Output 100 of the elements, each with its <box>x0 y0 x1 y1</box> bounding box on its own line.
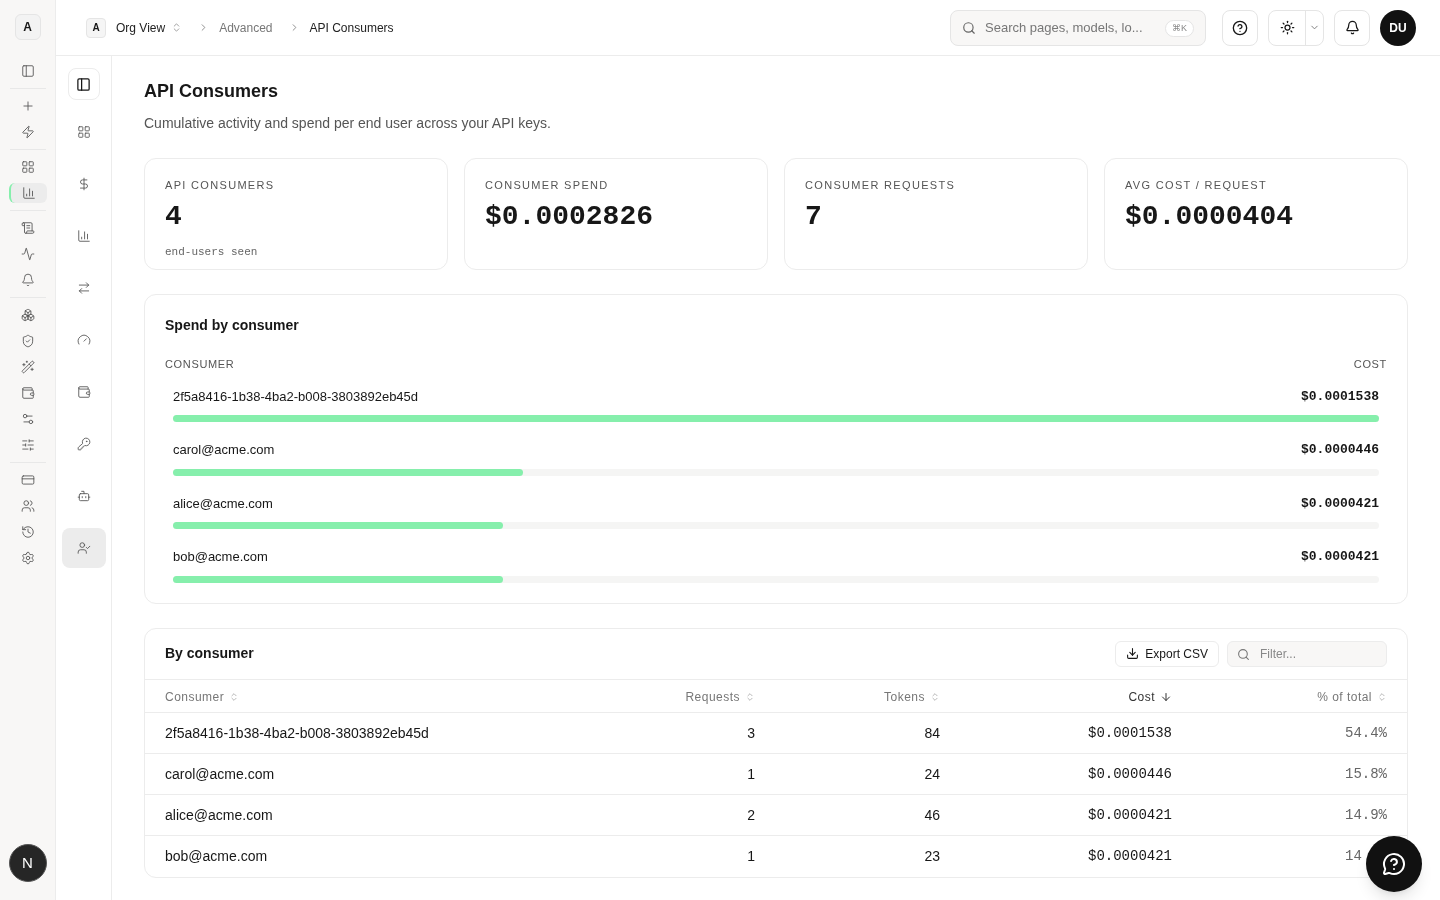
table-cell: bob@acme.com <box>165 847 268 864</box>
chat-help-icon <box>1382 852 1406 876</box>
user-avatar[interactable]: DU <box>1380 9 1416 46</box>
help-icon <box>1232 19 1248 36</box>
stat-label: CONSUMER REQUESTS <box>805 178 957 193</box>
stat-label: API CONSUMERS <box>165 178 276 193</box>
chat-help-button[interactable] <box>1366 836 1422 892</box>
history-icon <box>20 525 35 539</box>
table-cell: 46 <box>924 806 940 823</box>
filter-field[interactable]: Filter... <box>1227 640 1387 667</box>
toggles-icon <box>20 412 35 426</box>
consumer-name: 2f5a8416-1b38-4ba2-b008-3803892eb45d <box>173 387 419 406</box>
panel-icon <box>76 76 91 92</box>
key-icon <box>76 437 91 451</box>
table-cell: 2f5a8416-1b38-4ba2-b008-3803892eb45d <box>165 724 429 741</box>
wallet-icon <box>20 386 35 400</box>
table-cell: $0.0000421 <box>1088 807 1172 823</box>
stat-value: $0.0002826 <box>485 199 655 234</box>
grid-icon <box>76 125 91 139</box>
bell-icon <box>20 273 35 287</box>
search-icon <box>1237 647 1250 661</box>
stat-label: AVG COST / REQUEST <box>1125 178 1268 193</box>
column-header[interactable]: Tokens <box>884 687 940 706</box>
sort-icon <box>1377 691 1387 702</box>
column-header[interactable]: Cost <box>1128 687 1172 706</box>
table-cell: 23 <box>924 847 940 864</box>
sort-icon <box>229 691 240 702</box>
lightning-icon <box>20 125 35 139</box>
search-icon <box>962 20 976 35</box>
table-cell-text: 14.9% <box>1345 806 1387 825</box>
table-cell: 84 <box>924 724 940 741</box>
bar-chart-icon <box>21 186 36 200</box>
card-icon <box>20 473 35 487</box>
user-avatar[interactable]: N <box>8 844 47 882</box>
wand-icon <box>20 360 35 374</box>
column-header[interactable]: % of total <box>1317 687 1387 706</box>
gauge-icon <box>76 333 91 347</box>
robot-icon <box>76 489 91 503</box>
consumer-name: carol@acme.com <box>173 441 275 459</box>
sort-arrow-icon <box>1160 690 1172 703</box>
bell-icon <box>1344 20 1360 35</box>
stat-value: 7 <box>805 199 823 234</box>
collapse-button[interactable] <box>67 68 100 100</box>
help-button[interactable] <box>1222 9 1258 46</box>
org-badge: A <box>86 17 106 38</box>
panel-icon <box>20 64 35 78</box>
table-cell: $0.0000446 <box>1088 766 1172 782</box>
rail-item[interactable] <box>8 183 47 203</box>
table-cell: 2 <box>747 806 755 823</box>
table-cell-text: 54.4% <box>1345 724 1387 743</box>
consumer-cost: $0.0001538 <box>1301 387 1379 406</box>
stat-value: 4 <box>165 199 183 234</box>
sort-icon <box>745 691 755 702</box>
sun-icon <box>1279 20 1295 35</box>
table-cell: 1 <box>747 765 755 782</box>
page-subtitle: Cumulative activity and spend per end user across your API keys. <box>144 114 552 133</box>
sliders-icon <box>20 438 35 452</box>
stat-note: end-users seen <box>165 244 259 260</box>
export-button[interactable]: Export CSV <box>1115 640 1219 667</box>
swap-icon <box>76 281 91 295</box>
stat-value: $0.0000404 <box>1125 199 1295 234</box>
scroll-icon <box>20 221 35 235</box>
boxes-icon <box>20 308 35 322</box>
pulse-icon <box>20 247 35 261</box>
consumer-cost: $0.0000446 <box>1301 441 1379 459</box>
users-icon <box>20 499 35 513</box>
consumer-cost: $0.0000421 <box>1301 548 1379 566</box>
table-cell: alice@acme.com <box>165 806 273 823</box>
plus-icon <box>20 99 35 113</box>
download-icon <box>1126 647 1140 660</box>
org-switcher[interactable]: Org View <box>116 18 183 37</box>
consumer-cost: $0.0000421 <box>1301 494 1379 513</box>
page-title: API Consumers <box>144 80 280 103</box>
workspace-badge[interactable]: A <box>14 14 41 40</box>
notifications-button[interactable] <box>1334 9 1370 46</box>
user-check-icon <box>76 541 91 555</box>
settings-icon <box>20 551 35 565</box>
grid-icon <box>20 160 35 174</box>
column-label: CONSUMER <box>165 357 235 372</box>
table-cell: 3 <box>747 724 755 741</box>
nav-item[interactable] <box>61 528 106 568</box>
table-cell-text: 15.8% <box>1345 765 1387 784</box>
table-cell: $0.0000421 <box>1088 848 1172 865</box>
column-header[interactable]: Requests <box>685 687 755 706</box>
bar-chart-icon <box>76 229 91 243</box>
stat-label: CONSUMER SPEND <box>485 178 610 193</box>
column-label: COST <box>1353 357 1387 372</box>
column-header[interactable]: Consumer <box>165 687 240 706</box>
table-cell-text: 14 <box>1345 847 1363 867</box>
section-title: By consumer <box>165 644 254 663</box>
consumer-name: bob@acme.com <box>173 548 268 566</box>
shield-icon <box>20 334 35 348</box>
consumer-name: alice@acme.com <box>173 494 273 513</box>
table-cell: 1 <box>747 847 755 864</box>
breadcrumb-item[interactable]: Advanced <box>219 18 273 37</box>
table-cell: $0.0001538 <box>1088 725 1172 741</box>
breadcrumb-item: API Consumers <box>309 19 394 37</box>
sort-icon <box>930 691 940 702</box>
table-cell: 24 <box>924 765 940 782</box>
wallet-icon <box>76 385 91 399</box>
